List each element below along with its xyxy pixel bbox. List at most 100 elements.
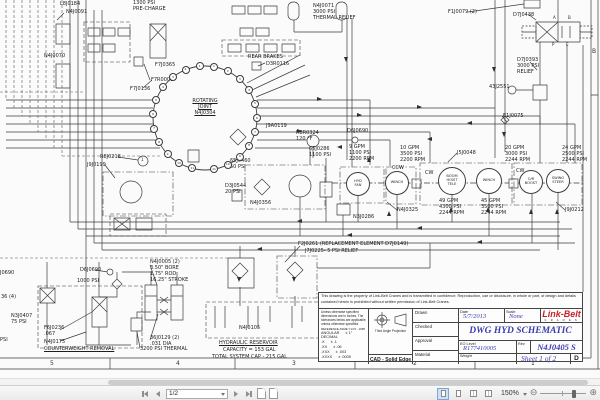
eo-level-value: R177410005 <box>463 345 496 352</box>
schematic-label: J9A0119 <box>266 123 287 129</box>
joint-port: 10 <box>224 161 232 169</box>
schematic-label: J9J0212 <box>565 207 584 213</box>
flow-arrow <box>486 207 490 212</box>
schematic-label: A <box>553 16 556 21</box>
continuous-view-button[interactable] <box>452 388 464 400</box>
schematic-label: COUNTERWEIGHT REMOVAL <box>44 346 114 352</box>
schematic-label: N4J0105 <box>239 325 260 331</box>
tolerance-block: Unless otherwise specified dimensions ar… <box>319 309 369 364</box>
zoom-slider[interactable] <box>540 388 586 399</box>
schematic-label: D7J0393 3000 PSI RELIEF <box>517 57 539 75</box>
previous-page-button[interactable] <box>153 388 163 399</box>
previous-view-button[interactable] <box>257 388 266 399</box>
schematic-label: F7J0365 <box>155 62 175 68</box>
schematic-label: L8J0184 <box>60 1 80 7</box>
pump-circle: HYD FAN <box>346 172 370 196</box>
page-number-input[interactable]: 1/2 <box>166 389 228 399</box>
zone-letter: B <box>592 48 596 55</box>
joint-port: 5 <box>251 100 259 108</box>
flow-arrow <box>502 132 506 137</box>
next-view-button[interactable] <box>269 388 278 399</box>
flow-arrow <box>449 207 453 212</box>
schematic-label: F7J0136 <box>130 86 150 92</box>
schematic-label: CW <box>425 170 433 176</box>
schematic-label: REAR BRAKES <box>248 54 283 60</box>
schematic-label: P <box>552 43 554 48</box>
schematic-label: N4J0356 <box>250 200 271 206</box>
schematic-label: N4J0070 <box>44 53 65 59</box>
eo-level-cell: EO LevelR177410005 <box>459 341 517 352</box>
date-value: 5/7/2013 <box>463 313 486 320</box>
flow-arrow <box>344 57 348 62</box>
drawing-title: DWG HYD SCHEMATIC <box>459 323 582 342</box>
single-page-view-button[interactable] <box>437 388 449 400</box>
pump-circle: WINCH <box>476 168 502 194</box>
scale-cell: ScaleNone <box>505 309 541 322</box>
material-cell: Material------ <box>413 351 458 364</box>
schematic-label: N3J0407 75 PSI <box>11 313 32 325</box>
page-dropdown-caret-icon[interactable] <box>221 393 225 398</box>
zoom-out-icon[interactable]: ⊖ <box>530 389 538 398</box>
schematic-label: 1 <box>141 158 144 163</box>
schematic-label: PSI <box>0 337 8 343</box>
material-value: ------ <box>421 359 458 364</box>
schematic-label: CAPACITY = 153 GAL <box>223 347 276 353</box>
projection-label: Third Angle Projection <box>369 329 412 333</box>
pdf-viewer-window: L8J0184N4J00911300 PSI PRE-CHARGEN4J0070… <box>0 0 600 400</box>
schematic-label: R8J0218 <box>100 154 121 160</box>
page-number-value: 1/2 <box>169 390 178 397</box>
flow-arrow <box>417 226 422 230</box>
logo-text: Link-Belt <box>542 309 581 319</box>
continuous-facing-view-button[interactable] <box>482 388 494 400</box>
tolerance-intro: Unless otherwise specified dimensions ar… <box>321 310 367 326</box>
schematic-label: F6J0236 .067 <box>44 325 64 337</box>
flow-arrow <box>387 211 391 216</box>
drawing-page[interactable]: L8J0184N4J00911300 PSI PRE-CHARGEN4J0070… <box>0 0 600 378</box>
schematic-label: HYDRAULIC RESERVOIR <box>219 340 278 346</box>
pump-circle: O/R BOOST <box>519 170 543 194</box>
title-block: This drawing is the property of Link-Bel… <box>318 292 583 362</box>
joint-port: 10 <box>175 159 183 167</box>
schematic-label: D6J0690 <box>347 128 368 134</box>
rev-cell: Rev <box>517 341 531 352</box>
last-page-button[interactable] <box>244 388 254 399</box>
joint-port: 9 <box>236 153 244 161</box>
tol-row-value: ± .0005 <box>338 355 351 360</box>
joint-port: 3 <box>169 73 177 81</box>
flow-arrow <box>292 277 296 282</box>
flow-arrow <box>337 145 342 149</box>
signature-column: Drawn Checked Approval Material------ <box>413 309 459 364</box>
drawing-number: N4J0405 S <box>531 341 582 352</box>
rev-label: Rev <box>518 342 525 346</box>
sheet-number: Sheet 1 of 2 <box>517 354 570 364</box>
zoom-in-icon[interactable]: ⊕ <box>589 389 597 398</box>
schematic-label: B <box>568 16 571 21</box>
joint-port: 1 <box>210 63 218 71</box>
joint-port: 2 <box>224 67 232 75</box>
page-navigation-group: 1/2 <box>140 388 278 399</box>
pump-circle: BOOM HOIST TELE <box>438 167 466 195</box>
weight-label: Weight <box>460 354 472 358</box>
zoom-dropdown-caret-icon[interactable] <box>523 393 527 398</box>
zoom-controls-group: 150% ⊖ ⊕ <box>437 388 597 399</box>
flow-arrow <box>347 233 352 237</box>
flow-arrow <box>467 121 472 125</box>
pump-circle: SWING STEER <box>546 169 570 193</box>
flow-arrow <box>297 129 302 133</box>
schematic-label: N4J0325 <box>397 207 418 213</box>
first-page-button[interactable] <box>140 388 150 399</box>
zoom-slider-handle[interactable] <box>572 390 576 398</box>
angular-value: ± 1° <box>345 331 352 336</box>
third-angle-projection-icon <box>373 311 409 329</box>
flow-arrow <box>357 113 362 117</box>
joint-port: 1 <box>196 62 204 70</box>
next-page-button[interactable] <box>231 388 241 399</box>
schematic-label: 10 GPM 3500 PSI 2200 RPM <box>400 145 425 163</box>
schematic-label: 1300 PSI PRE-CHARGE <box>133 0 166 12</box>
schematic-label: 65J0286 1100 PSI <box>309 146 331 158</box>
schematic-label: N3J0286 <box>353 214 374 220</box>
facing-view-button[interactable] <box>467 388 479 400</box>
flow-arrow <box>529 209 533 214</box>
cad-system-label: CAD - Solid Edge <box>369 354 412 364</box>
schematic-label: TOTAL SYSTEM CAP - 215 GAL <box>212 354 287 360</box>
